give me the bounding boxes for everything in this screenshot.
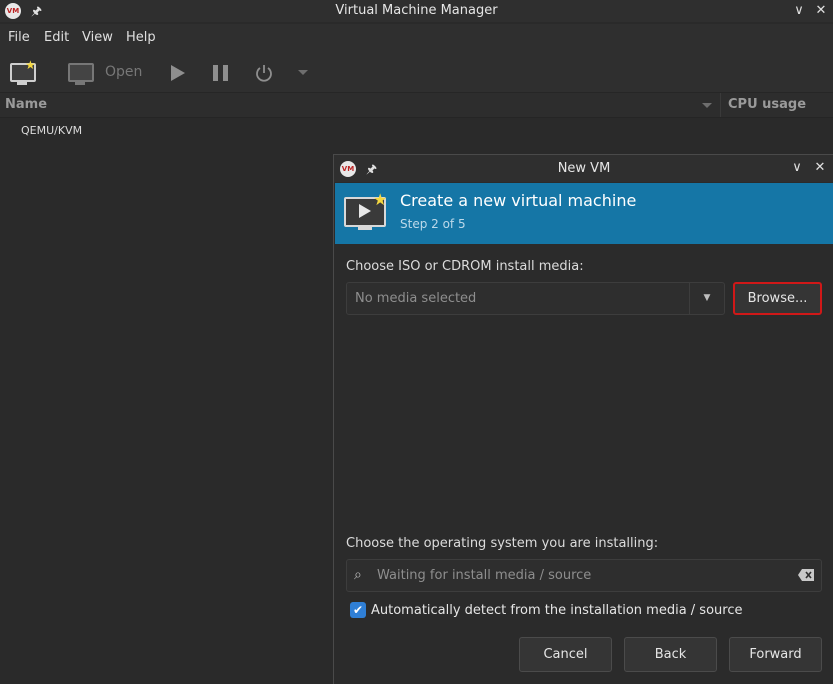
menu-view[interactable]: View	[82, 24, 113, 52]
auto-detect-label[interactable]: Automatically detect from the installati…	[371, 603, 742, 618]
open-vm-button[interactable]	[68, 61, 96, 85]
install-media-label: Choose ISO or CDROM install media:	[346, 259, 584, 274]
menu-edit[interactable]: Edit	[44, 24, 69, 52]
new-vm-button[interactable]: ★	[10, 59, 38, 85]
monitor-disabled-icon	[68, 63, 94, 82]
auto-detect-checkbox[interactable]: ✔	[350, 602, 366, 618]
main-titlebar: VM 🖈 Virtual Machine Manager ∨ ✕	[0, 0, 833, 22]
wizard-banner: ★ Create a new virtual machine Step 2 of…	[335, 183, 833, 244]
column-cpu-usage-header[interactable]: CPU usage	[728, 93, 806, 117]
column-name-header[interactable]: Name	[5, 93, 47, 117]
os-label: Choose the operating system you are inst…	[346, 536, 659, 551]
minimize-chevron-icon[interactable]: ∨	[788, 158, 806, 178]
connection-row-qemu-kvm[interactable]: QEMU/KVM	[21, 124, 82, 137]
minimize-chevron-icon[interactable]: ∨	[790, 1, 808, 21]
vm-list-header: Name CPU usage	[0, 93, 833, 118]
menu-file[interactable]: File	[8, 24, 30, 52]
close-icon[interactable]: ✕	[811, 158, 829, 178]
close-icon[interactable]: ✕	[812, 1, 830, 21]
new-vm-dialog: VM 🖈 New VM ∨ ✕ ★ Create a new virtual m…	[333, 154, 833, 684]
browse-button[interactable]: Browse...	[733, 282, 822, 315]
pause-icon[interactable]	[212, 64, 230, 82]
back-button[interactable]: Back	[624, 637, 717, 672]
monitor-stand	[17, 82, 27, 85]
run-play-icon[interactable]	[169, 64, 187, 82]
column-divider	[720, 93, 721, 117]
new-vm-monitor-icon: ★	[344, 192, 390, 236]
search-icon: ⌕	[354, 567, 362, 583]
window-title: Virtual Machine Manager	[335, 3, 498, 18]
clear-text-icon[interactable]	[798, 569, 814, 581]
open-label[interactable]: Open	[105, 52, 142, 92]
menu-help[interactable]: Help	[126, 24, 156, 52]
install-media-combobox[interactable]: No media selected ▼	[346, 282, 725, 315]
star-icon: ★	[373, 190, 388, 209]
chevron-down-icon[interactable]: ▼	[690, 283, 724, 314]
install-media-value: No media selected	[355, 291, 477, 306]
menubar: File Edit View Help	[0, 24, 833, 52]
column-dropdown-icon[interactable]	[701, 102, 713, 110]
wizard-step-indicator: Step 2 of 5	[400, 217, 466, 231]
monitor-stand	[75, 82, 85, 85]
monitor-stand	[358, 226, 372, 230]
forward-button[interactable]: Forward	[729, 637, 822, 672]
toolbar: ★ Open	[0, 52, 833, 93]
os-search-placeholder: Waiting for install media / source	[377, 568, 592, 583]
wizard-title: Create a new virtual machine	[400, 191, 637, 210]
os-search-field[interactable]: ⌕ Waiting for install media / source	[346, 559, 822, 592]
dialog-titlebar: VM 🖈 New VM ∨ ✕	[334, 155, 833, 182]
power-menu-chevron-icon[interactable]	[297, 69, 309, 77]
play-icon	[359, 204, 371, 218]
cancel-button[interactable]: Cancel	[519, 637, 612, 672]
star-icon: ★	[25, 58, 36, 72]
power-icon[interactable]	[254, 63, 274, 83]
dialog-title: New VM	[557, 161, 611, 176]
